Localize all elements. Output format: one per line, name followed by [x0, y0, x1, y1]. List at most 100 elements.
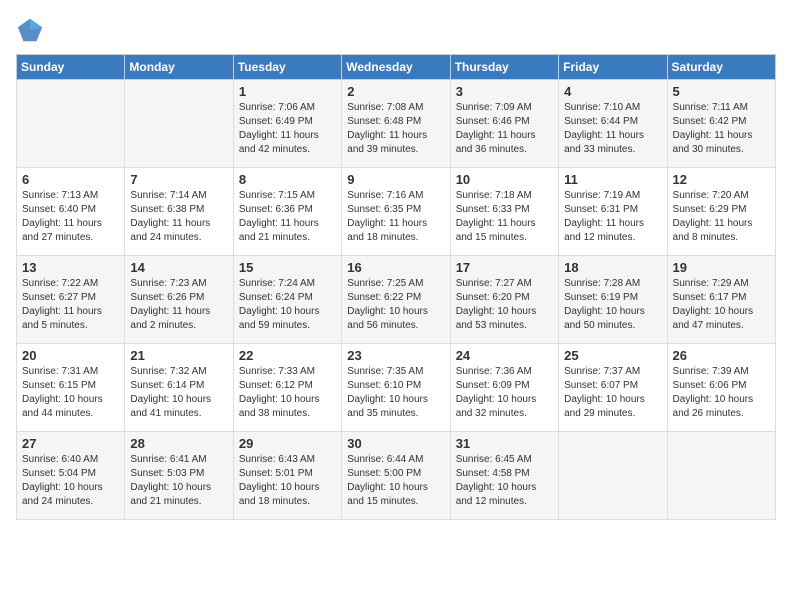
- calendar-table: SundayMondayTuesdayWednesdayThursdayFrid…: [16, 54, 776, 520]
- calendar-cell: 9Sunrise: 7:16 AMSunset: 6:35 PMDaylight…: [342, 168, 450, 256]
- cell-info: Sunrise: 7:08 AMSunset: 6:48 PMDaylight:…: [347, 101, 444, 157]
- calendar-cell: 28Sunrise: 6:41 AMSunset: 5:03 PMDayligh…: [125, 432, 233, 520]
- day-number: 27: [22, 436, 119, 451]
- page-header: [16, 16, 776, 44]
- week-row-3: 13 Sunrise: 7:22 AMSunset: 6:27 PMDayligh…: [17, 256, 776, 344]
- day-number: 16: [347, 260, 444, 275]
- day-number: 3: [456, 84, 553, 99]
- cell-info: Sunrise: 7:09 AMSunset: 6:46 PMDaylight:…: [456, 101, 553, 157]
- day-number: 19: [673, 260, 770, 275]
- cell-info: Sunrise: 7:22 AMSunset: 6:27 PMDaylight:…: [22, 277, 119, 333]
- calendar-cell: 10 Sunrise: 7:18 AMSunset: 6:33 PMDayligh…: [450, 168, 558, 256]
- day-number: 25: [564, 348, 661, 363]
- cell-info: Sunrise: 7:32 AMSunset: 6:14 PMDaylight:…: [130, 365, 227, 421]
- calendar-cell: [559, 432, 667, 520]
- calendar-cell: 7 Sunrise: 7:14 AMSunset: 6:38 PMDaylight…: [125, 168, 233, 256]
- logo: [16, 16, 48, 44]
- cell-info: Sunrise: 7:14 AMSunset: 6:38 PMDaylight:…: [130, 189, 227, 245]
- calendar-cell: 5 Sunrise: 7:11 AMSunset: 6:42 PMDaylight…: [667, 80, 775, 168]
- day-header-sunday: Sunday: [17, 55, 125, 80]
- cell-info: Sunrise: 7:10 AMSunset: 6:44 PMDaylight:…: [564, 101, 661, 157]
- week-row-2: 6 Sunrise: 7:13 AMSunset: 6:40 PMDaylight…: [17, 168, 776, 256]
- day-number: 11: [564, 172, 661, 187]
- calendar-cell: 2Sunrise: 7:08 AMSunset: 6:48 PMDaylight…: [342, 80, 450, 168]
- calendar-cell: 12 Sunrise: 7:20 AMSunset: 6:29 PMDayligh…: [667, 168, 775, 256]
- cell-info: Sunrise: 6:44 AMSunset: 5:00 PMDaylight:…: [347, 453, 444, 509]
- day-header-wednesday: Wednesday: [342, 55, 450, 80]
- day-number: 30: [347, 436, 444, 451]
- calendar-cell: 20Sunrise: 7:31 AMSunset: 6:15 PMDayligh…: [17, 344, 125, 432]
- day-number: 7: [130, 172, 227, 187]
- day-number: 1: [239, 84, 336, 99]
- calendar-cell: [125, 80, 233, 168]
- cell-info: Sunrise: 7:19 AMSunset: 6:31 PMDaylight:…: [564, 189, 661, 245]
- calendar-cell: 21 Sunrise: 7:32 AMSunset: 6:14 PMDayligh…: [125, 344, 233, 432]
- calendar-cell: 26Sunrise: 7:39 AMSunset: 6:06 PMDayligh…: [667, 344, 775, 432]
- day-number: 14: [130, 260, 227, 275]
- day-header-friday: Friday: [559, 55, 667, 80]
- calendar-cell: 17 Sunrise: 7:27 AMSunset: 6:20 PMDayligh…: [450, 256, 558, 344]
- calendar-cell: 25 Sunrise: 7:37 AMSunset: 6:07 PMDayligh…: [559, 344, 667, 432]
- cell-info: Sunrise: 7:11 AMSunset: 6:42 PMDaylight:…: [673, 101, 770, 157]
- calendar-cell: 6 Sunrise: 7:13 AMSunset: 6:40 PMDaylight…: [17, 168, 125, 256]
- logo-icon: [16, 16, 44, 44]
- calendar-cell: 8Sunrise: 7:15 AMSunset: 6:36 PMDaylight…: [233, 168, 341, 256]
- day-number: 10: [456, 172, 553, 187]
- week-row-5: 27 Sunrise: 6:40 AMSunset: 5:04 PMDayligh…: [17, 432, 776, 520]
- day-number: 15: [239, 260, 336, 275]
- cell-info: Sunrise: 7:06 AMSunset: 6:49 PMDaylight:…: [239, 101, 336, 157]
- calendar-cell: 29 Sunrise: 6:43 AMSunset: 5:01 PMDayligh…: [233, 432, 341, 520]
- day-number: 17: [456, 260, 553, 275]
- calendar-cell: 27 Sunrise: 6:40 AMSunset: 5:04 PMDayligh…: [17, 432, 125, 520]
- day-number: 26: [673, 348, 770, 363]
- calendar-cell: 22 Sunrise: 7:33 AMSunset: 6:12 PMDayligh…: [233, 344, 341, 432]
- cell-info: Sunrise: 7:27 AMSunset: 6:20 PMDaylight:…: [456, 277, 553, 333]
- cell-info: Sunrise: 6:43 AMSunset: 5:01 PMDaylight:…: [239, 453, 336, 509]
- calendar-cell: [667, 432, 775, 520]
- day-number: 5: [673, 84, 770, 99]
- cell-info: Sunrise: 7:37 AMSunset: 6:07 PMDaylight:…: [564, 365, 661, 421]
- day-number: 21: [130, 348, 227, 363]
- cell-info: Sunrise: 7:33 AMSunset: 6:12 PMDaylight:…: [239, 365, 336, 421]
- day-number: 22: [239, 348, 336, 363]
- cell-info: Sunrise: 6:40 AMSunset: 5:04 PMDaylight:…: [22, 453, 119, 509]
- day-number: 28: [130, 436, 227, 451]
- cell-info: Sunrise: 7:29 AMSunset: 6:17 PMDaylight:…: [673, 277, 770, 333]
- calendar-cell: 16 Sunrise: 7:25 AMSunset: 6:22 PMDayligh…: [342, 256, 450, 344]
- cell-info: Sunrise: 7:16 AMSunset: 6:35 PMDaylight:…: [347, 189, 444, 245]
- cell-info: Sunrise: 7:20 AMSunset: 6:29 PMDaylight:…: [673, 189, 770, 245]
- day-number: 23: [347, 348, 444, 363]
- day-number: 24: [456, 348, 553, 363]
- calendar-cell: 3 Sunrise: 7:09 AMSunset: 6:46 PMDaylight…: [450, 80, 558, 168]
- cell-info: Sunrise: 7:25 AMSunset: 6:22 PMDaylight:…: [347, 277, 444, 333]
- calendar-cell: 4Sunrise: 7:10 AMSunset: 6:44 PMDaylight…: [559, 80, 667, 168]
- cell-info: Sunrise: 7:24 AMSunset: 6:24 PMDaylight:…: [239, 277, 336, 333]
- calendar-cell: 1 Sunrise: 7:06 AMSunset: 6:49 PMDaylight…: [233, 80, 341, 168]
- cell-info: Sunrise: 7:18 AMSunset: 6:33 PMDaylight:…: [456, 189, 553, 245]
- calendar-cell: 24 Sunrise: 7:36 AMSunset: 6:09 PMDayligh…: [450, 344, 558, 432]
- calendar-cell: 15 Sunrise: 7:24 AMSunset: 6:24 PMDayligh…: [233, 256, 341, 344]
- calendar-cell: 18 Sunrise: 7:28 AMSunset: 6:19 PMDayligh…: [559, 256, 667, 344]
- cell-info: Sunrise: 7:36 AMSunset: 6:09 PMDaylight:…: [456, 365, 553, 421]
- day-number: 20: [22, 348, 119, 363]
- day-header-tuesday: Tuesday: [233, 55, 341, 80]
- cell-info: Sunrise: 6:45 AMSunset: 4:58 PMDaylight:…: [456, 453, 553, 509]
- week-row-1: 1 Sunrise: 7:06 AMSunset: 6:49 PMDaylight…: [17, 80, 776, 168]
- cell-info: Sunrise: 7:15 AMSunset: 6:36 PMDaylight:…: [239, 189, 336, 245]
- day-number: 12: [673, 172, 770, 187]
- day-number: 18: [564, 260, 661, 275]
- cell-info: Sunrise: 7:28 AMSunset: 6:19 PMDaylight:…: [564, 277, 661, 333]
- day-number: 29: [239, 436, 336, 451]
- calendar-cell: 14Sunrise: 7:23 AMSunset: 6:26 PMDayligh…: [125, 256, 233, 344]
- calendar-cell: 11 Sunrise: 7:19 AMSunset: 6:31 PMDayligh…: [559, 168, 667, 256]
- day-header-monday: Monday: [125, 55, 233, 80]
- cell-info: Sunrise: 7:13 AMSunset: 6:40 PMDaylight:…: [22, 189, 119, 245]
- day-header-saturday: Saturday: [667, 55, 775, 80]
- calendar-cell: 30 Sunrise: 6:44 AMSunset: 5:00 PMDayligh…: [342, 432, 450, 520]
- cell-info: Sunrise: 7:35 AMSunset: 6:10 PMDaylight:…: [347, 365, 444, 421]
- week-row-4: 20Sunrise: 7:31 AMSunset: 6:15 PMDayligh…: [17, 344, 776, 432]
- day-number: 6: [22, 172, 119, 187]
- calendar-cell: 23 Sunrise: 7:35 AMSunset: 6:10 PMDayligh…: [342, 344, 450, 432]
- day-number: 13: [22, 260, 119, 275]
- day-number: 31: [456, 436, 553, 451]
